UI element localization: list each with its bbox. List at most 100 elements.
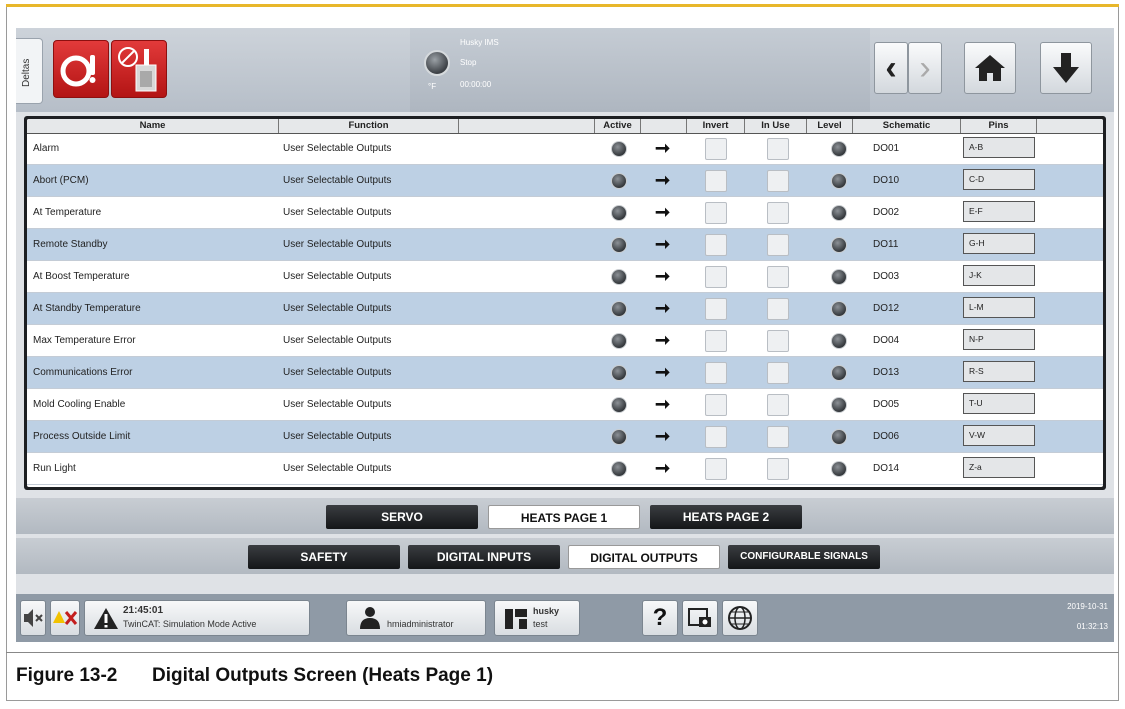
tab-digital-outputs[interactable]: DIGITAL OUTPUTS: [568, 545, 720, 569]
help-button[interactable]: ?: [642, 600, 678, 636]
invert-checkbox[interactable]: [705, 394, 727, 416]
language-button[interactable]: [722, 600, 758, 636]
download-button[interactable]: [1040, 42, 1092, 94]
table-row[interactable]: Alarm User Selectable Outputs ➞ DO01 A-B: [27, 133, 1103, 165]
row-function: User Selectable Outputs: [283, 399, 392, 410]
invert-checkbox[interactable]: [705, 298, 727, 320]
home-button[interactable]: [964, 42, 1016, 94]
temperature-unit: °F: [428, 82, 437, 91]
active-indicator: [611, 141, 627, 157]
back-button[interactable]: ‹: [874, 42, 908, 94]
tab-servo[interactable]: SERVO: [326, 505, 478, 529]
row-function: User Selectable Outputs: [283, 143, 392, 154]
invert-checkbox[interactable]: [705, 458, 727, 480]
row-name: At Temperature: [33, 207, 102, 218]
tab-digital-inputs[interactable]: DIGITAL INPUTS: [408, 545, 560, 569]
table-row[interactable]: Run Light User Selectable Outputs ➞ DO14 Z-a: [27, 453, 1103, 485]
table-row[interactable]: Max Temperature Error User Selectable Out…: [27, 325, 1103, 357]
level-indicator: [831, 461, 847, 477]
temperature-alarm-button[interactable]: [53, 40, 109, 98]
in-use-checkbox[interactable]: [767, 170, 789, 192]
table-row[interactable]: Remote Standby User Selectable Outputs ➞ DO…: [27, 229, 1103, 261]
invert-checkbox[interactable]: [705, 234, 727, 256]
table-row[interactable]: At Temperature User Selectable Outputs ➞ DO…: [27, 197, 1103, 229]
in-use-checkbox[interactable]: [767, 202, 789, 224]
tab-heats-page-1[interactable]: HEATS PAGE 1: [488, 505, 640, 529]
table-row[interactable]: Abort (PCM) User Selectable Outputs ➞ DO10 C…: [27, 165, 1103, 197]
deltas-side-tab[interactable]: Deltas: [16, 38, 43, 104]
row-schematic: DO12: [873, 303, 900, 314]
in-use-checkbox[interactable]: [767, 266, 789, 288]
col-schematic: Schematic: [853, 119, 961, 133]
level-indicator: [831, 301, 847, 317]
mold-selector-button[interactable]: husky test: [494, 600, 580, 636]
mold-name: husky: [533, 606, 560, 616]
row-pins[interactable]: G-H: [963, 233, 1035, 254]
header-bar: Deltas °F Husky IMS Stop 00:00:00 ‹ ›: [16, 28, 1114, 112]
col-name: Name: [27, 119, 279, 133]
table-row[interactable]: At Boost Temperature User Selectable Outp…: [27, 261, 1103, 293]
level-indicator: [831, 237, 847, 253]
row-pins[interactable]: J-K: [963, 265, 1035, 286]
row-name: Abort (PCM): [33, 175, 89, 186]
in-use-checkbox[interactable]: [767, 298, 789, 320]
col-level: Level: [807, 119, 853, 133]
current-date: 2019-10-31: [1067, 602, 1108, 611]
level-indicator: [831, 141, 847, 157]
row-name: At Standby Temperature: [33, 303, 141, 314]
invert-checkbox[interactable]: [705, 138, 727, 160]
table-body: Name Function Active Invert In Use Level…: [27, 119, 1103, 487]
row-pins[interactable]: A-B: [963, 137, 1035, 158]
user-login-button[interactable]: hmiadministrator: [346, 600, 486, 636]
level-indicator: [831, 397, 847, 413]
row-pins[interactable]: N-P: [963, 329, 1035, 350]
row-pins[interactable]: Z-a: [963, 457, 1035, 478]
invert-checkbox[interactable]: [705, 266, 727, 288]
in-use-checkbox[interactable]: [767, 394, 789, 416]
row-schematic: DO03: [873, 271, 900, 282]
row-pins[interactable]: E-F: [963, 201, 1035, 222]
alarm-message: TwinCAT: Simulation Mode Active: [123, 619, 257, 629]
alarm-reset-button[interactable]: [50, 600, 80, 636]
invert-checkbox[interactable]: [705, 362, 727, 384]
alarm-message-panel[interactable]: 21:45:01 TwinCAT: Simulation Mode Active: [84, 600, 310, 636]
row-name: At Boost Temperature: [33, 271, 130, 282]
invert-checkbox[interactable]: [705, 426, 727, 448]
in-use-checkbox[interactable]: [767, 138, 789, 160]
tab-safety[interactable]: SAFETY: [248, 545, 400, 569]
row-pins[interactable]: R-S: [963, 361, 1035, 382]
status-bar: 21:45:01 TwinCAT: Simulation Mode Active…: [16, 594, 1114, 642]
deltas-label: Deltas: [21, 58, 32, 87]
tab-heats-page-2[interactable]: HEATS PAGE 2: [650, 505, 802, 529]
in-use-checkbox[interactable]: [767, 330, 789, 352]
active-indicator: [611, 397, 627, 413]
row-pins[interactable]: T-U: [963, 393, 1035, 414]
table-row[interactable]: Process Outside Limit User Selectable Out…: [27, 421, 1103, 453]
in-use-checkbox[interactable]: [767, 426, 789, 448]
table-row[interactable]: Mold Cooling Enable User Selectable Outpu…: [27, 389, 1103, 421]
row-pins[interactable]: L-M: [963, 297, 1035, 318]
tab-configurable-signals[interactable]: CONFIGURABLE SIGNALS: [728, 545, 880, 569]
in-use-checkbox[interactable]: [767, 234, 789, 256]
active-indicator: [611, 173, 627, 189]
row-schematic: DO14: [873, 463, 900, 474]
machine-status-panel: °F Husky IMS Stop 00:00:00: [410, 28, 870, 112]
table-row[interactable]: Communications Error User Selectable Outp…: [27, 357, 1103, 389]
col-blank-3: [1037, 119, 1103, 133]
in-use-checkbox[interactable]: [767, 458, 789, 480]
right-arrow-icon: ➞: [655, 138, 671, 158]
invert-checkbox[interactable]: [705, 330, 727, 352]
invert-checkbox[interactable]: [705, 170, 727, 192]
level-indicator: [831, 205, 847, 221]
in-use-checkbox[interactable]: [767, 362, 789, 384]
table-row[interactable]: At Standby Temperature User Selectable Ou…: [27, 293, 1103, 325]
invert-checkbox[interactable]: [705, 202, 727, 224]
screenshot-button[interactable]: [682, 600, 718, 636]
level-indicator: [831, 365, 847, 381]
active-indicator: [611, 301, 627, 317]
row-pins[interactable]: C-D: [963, 169, 1035, 190]
heater-disabled-button[interactable]: [111, 40, 167, 98]
forward-button[interactable]: ›: [908, 42, 942, 94]
row-pins[interactable]: V-W: [963, 425, 1035, 446]
mute-button[interactable]: [20, 600, 46, 636]
